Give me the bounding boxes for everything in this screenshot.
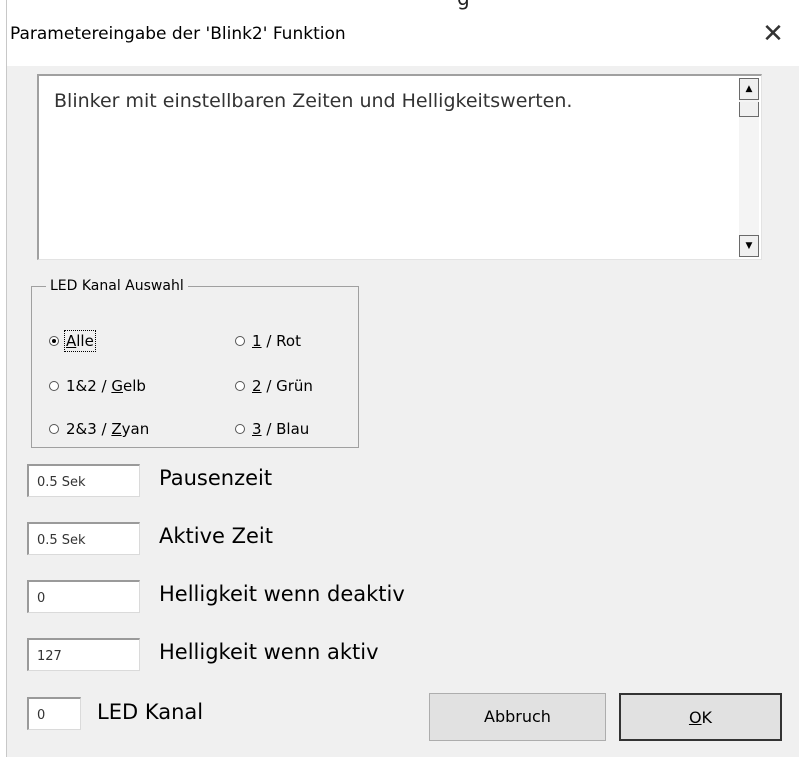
- led-channel-group: LED Kanal Auswahl Alle 1 / Rot 1&2 / Gel…: [31, 278, 359, 448]
- radio-2-3-zyan[interactable]: 2&3 / Zyan: [49, 420, 149, 438]
- radio-unselected-icon: [235, 381, 245, 391]
- window-title: Parametereingabe der 'Blink2' Funktion: [10, 24, 346, 44]
- radio-3-blau[interactable]: 3 / Blau: [235, 420, 309, 438]
- radio-unselected-icon: [235, 336, 245, 346]
- brightness-active-label: Helligkeit wenn aktiv: [159, 640, 379, 664]
- radio-label: 1&2 / Gelb: [66, 377, 146, 395]
- radio-label: 3 / Blau: [252, 420, 310, 438]
- scroll-thumb[interactable]: [739, 102, 759, 117]
- radio-alle[interactable]: Alle: [49, 330, 96, 352]
- radio-selected-icon: [49, 336, 59, 346]
- scroll-down-arrow-icon[interactable]: ▼: [739, 235, 759, 257]
- brightness-inactive-input[interactable]: 0: [27, 580, 140, 613]
- radio-2-gruen[interactable]: 2 / Grün: [235, 377, 313, 395]
- description-scrollbar[interactable]: ▲ ▼: [739, 78, 759, 257]
- radio-label: 2&3 / Zyan: [66, 420, 150, 438]
- pause-time-label: Pausenzeit: [159, 466, 273, 490]
- brightness-active-input[interactable]: 127: [27, 638, 140, 671]
- radio-unselected-icon: [49, 424, 59, 434]
- ok-label-rest: K: [701, 708, 713, 727]
- radio-1-2-gelb[interactable]: 1&2 / Gelb: [49, 377, 146, 395]
- radio-1-rot[interactable]: 1 / Rot: [235, 332, 301, 350]
- ok-accel-letter: O: [688, 708, 702, 727]
- radio-unselected-icon: [49, 381, 59, 391]
- description-text: Blinker mit einstellbaren Zeiten und Hel…: [54, 90, 573, 112]
- close-icon[interactable]: ✕: [755, 16, 791, 52]
- active-time-label: Aktive Zeit: [159, 524, 273, 548]
- title-bar: g Parametereingabe der 'Blink2' Funktion…: [7, 0, 799, 66]
- clipped-top-text: g: [457, 0, 470, 10]
- scroll-up-arrow-icon[interactable]: ▲: [739, 78, 759, 100]
- cancel-button[interactable]: Abbruch: [429, 693, 606, 741]
- active-time-input[interactable]: 0.5 Sek: [27, 522, 140, 555]
- radio-label: 2 / Grün: [252, 377, 313, 395]
- led-channel-group-legend: LED Kanal Auswahl: [50, 278, 184, 294]
- ok-button[interactable]: OK: [619, 693, 782, 741]
- radio-label: Alle: [64, 330, 96, 352]
- radio-unselected-icon: [235, 424, 245, 434]
- description-textbox[interactable]: Blinker mit einstellbaren Zeiten und Hel…: [37, 74, 762, 260]
- led-channel-input[interactable]: 0: [27, 697, 81, 730]
- radio-label: 1 / Rot: [252, 332, 301, 350]
- led-channel-label: LED Kanal: [97, 700, 204, 724]
- pause-time-input[interactable]: 0.5 Sek: [27, 464, 140, 497]
- brightness-inactive-label: Helligkeit wenn deaktiv: [159, 582, 405, 606]
- dialog-window: g Parametereingabe der 'Blink2' Funktion…: [6, 0, 799, 757]
